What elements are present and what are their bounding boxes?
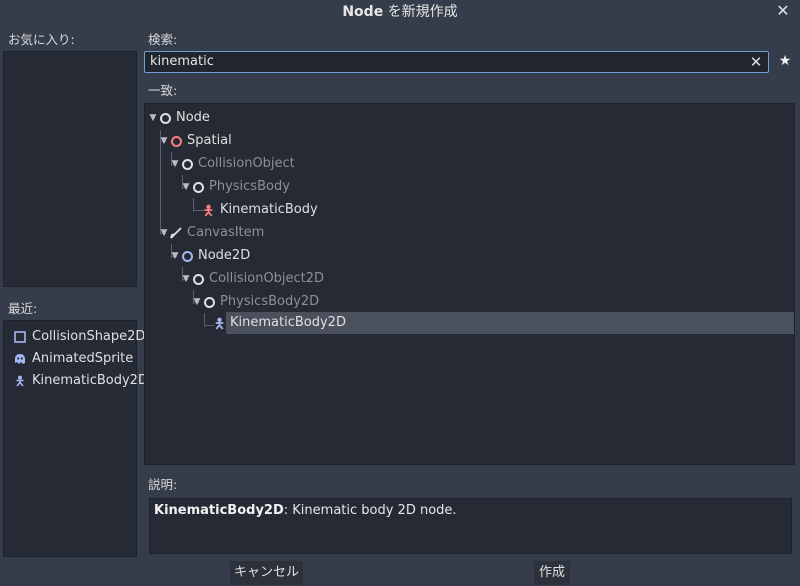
tree-item-label: Node (176, 110, 210, 125)
kinematic-body-icon (204, 204, 213, 217)
recent-item-label: KinematicBody2D (32, 373, 148, 388)
tree-item-collision-object[interactable]: ▼ CollisionObject (145, 153, 794, 175)
recent-label: 最近: (8, 301, 38, 316)
recent-list[interactable]: CollisionShape2D AnimatedSprite Kinemati… (3, 320, 148, 557)
recent-item-label: AnimatedSprite (32, 351, 134, 366)
description-text: KinematicBody2D: Kinematic body 2D node. (154, 503, 457, 518)
matches-label: 一致: (148, 83, 178, 98)
tree-item-label: CollisionObject2D (209, 271, 325, 286)
tree-item-label: CanvasItem (187, 225, 265, 240)
tree-item-label: CollisionObject (198, 156, 295, 171)
chevron-down-icon[interactable]: ▼ (181, 176, 191, 198)
close-icon[interactable]: ✕ (774, 2, 792, 20)
canvas-item-icon (170, 227, 182, 239)
spatial-icon (171, 136, 182, 147)
description-name: KinematicBody2D (154, 503, 284, 518)
matches-tree[interactable]: ▼ Node ▼ Spatial ▼ CollisionObject ▼ Phy… (144, 103, 795, 465)
chevron-down-icon[interactable]: ▼ (181, 268, 191, 290)
tree-item-kinematic-body[interactable]: KinematicBody (145, 199, 794, 221)
cancel-button[interactable]: キャンセル (230, 561, 303, 585)
node-icon (160, 113, 171, 124)
dialog-title-strong: Node (342, 4, 384, 20)
search-input-value: kinematic (150, 54, 214, 69)
chevron-down-icon[interactable]: ▼ (148, 107, 158, 129)
tree-item-spatial[interactable]: ▼ Spatial (145, 130, 794, 152)
create-button[interactable]: 作成 (534, 561, 570, 585)
tree-item-kinematic-body-2d[interactable]: KinematicBody2D (226, 312, 794, 334)
search-input[interactable]: kinematic ✕ (144, 51, 769, 73)
tree-item-node2d[interactable]: ▼ Node2D (145, 245, 794, 267)
clear-icon[interactable]: ✕ (748, 52, 764, 72)
tree-item-label: KinematicBody (220, 202, 318, 217)
recent-item-label: CollisionShape2D (32, 329, 146, 344)
tree-item-canvas-item[interactable]: ▼ CanvasItem (145, 222, 794, 244)
tree-item-node[interactable]: ▼ Node (145, 107, 794, 129)
tree-item-label: Spatial (187, 133, 232, 148)
search-label: 検索: (148, 32, 178, 47)
collision-shape-2d-icon (14, 331, 26, 343)
favorites-label: お気に入り: (8, 32, 75, 47)
node2d-icon (182, 251, 193, 262)
dialog-title: Node を新規作成 (0, 0, 800, 24)
node-icon (204, 297, 215, 308)
tree-item-label: Node2D (198, 248, 251, 263)
node-icon (182, 159, 193, 170)
chevron-down-icon[interactable]: ▼ (159, 130, 169, 152)
node-icon (193, 182, 204, 193)
chevron-down-icon[interactable]: ▼ (192, 291, 202, 313)
tree-item-physics-body[interactable]: ▼ PhysicsBody (145, 176, 794, 198)
star-icon[interactable]: ★ (777, 53, 793, 69)
dialog-title-rest: を新規作成 (383, 4, 458, 20)
description-body: : Kinematic body 2D node. (283, 503, 457, 518)
tree-item-label: KinematicBody2D (230, 315, 346, 330)
kinematic-body-2d-icon (16, 375, 24, 387)
tree-item-collision-object-2d[interactable]: ▼ CollisionObject2D (145, 268, 794, 290)
chevron-down-icon[interactable]: ▼ (159, 222, 169, 244)
tree-item-label: PhysicsBody (209, 179, 290, 194)
kinematic-body-2d-icon (215, 317, 224, 330)
chevron-down-icon[interactable]: ▼ (170, 245, 180, 267)
tree-item-label: PhysicsBody2D (220, 294, 320, 309)
chevron-down-icon[interactable]: ▼ (170, 153, 180, 175)
favorites-list[interactable] (3, 51, 137, 287)
tree-item-physics-body-2d[interactable]: ▼ PhysicsBody2D (145, 291, 794, 313)
node-icon (193, 274, 204, 285)
description-label: 説明: (148, 477, 178, 492)
animated-sprite-icon (15, 354, 25, 364)
